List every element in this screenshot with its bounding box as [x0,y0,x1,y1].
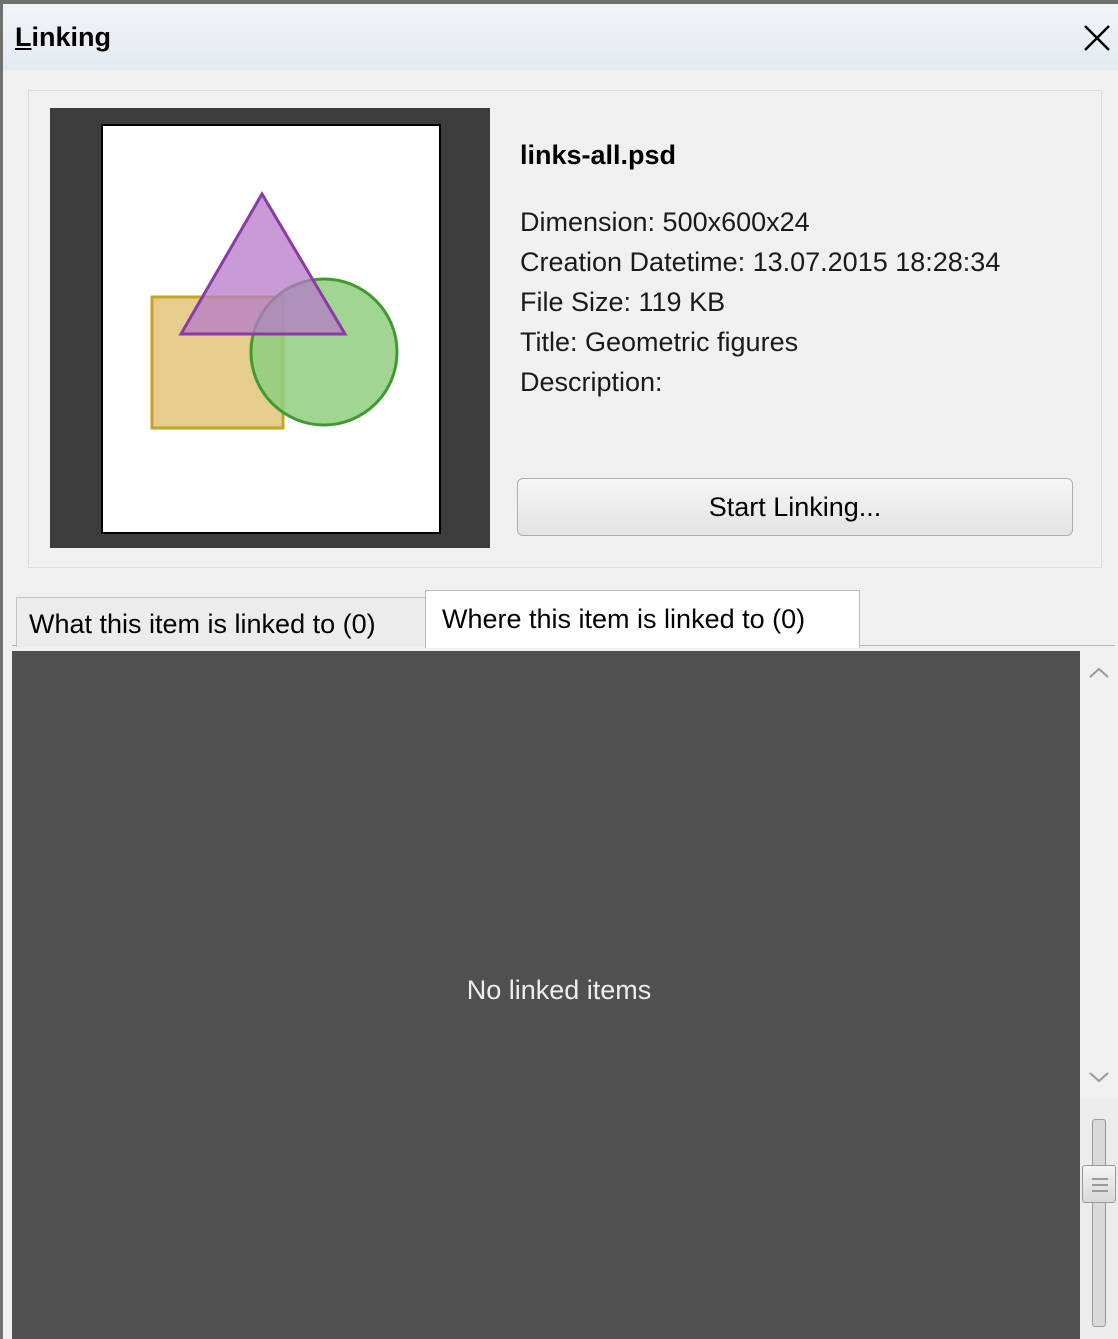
file-size-text: File Size: 119 KB [520,287,726,317]
close-icon [1084,25,1110,51]
scroll-track[interactable] [1080,1099,1118,1339]
tab-where-linked[interactable]: Where this item is linked to (0) [425,590,860,648]
dialog-title: Linking [15,22,111,53]
creation-datetime-text: Creation Datetime: 13.07.2015 18:28:34 [520,247,1001,277]
scroll-down-button[interactable] [1080,1063,1118,1093]
tab-what-linked[interactable]: What this item is linked to (0) [16,597,426,647]
file-name: links-all.psd [520,140,677,170]
vertical-scrollbar[interactable] [1080,651,1118,1339]
close-button[interactable] [1077,18,1117,58]
empty-list-message: No linked items [466,975,652,1005]
dimension-text: Dimension: 500x600x24 [520,207,810,237]
image-preview [50,108,490,548]
chevron-up-icon [1089,667,1109,678]
title-bar: Linking [3,4,1118,70]
scroll-groove [1092,1119,1106,1327]
scroll-up-button[interactable] [1080,657,1118,687]
title-text: Title: Geometric figures [520,327,799,357]
preview-thumbnail [101,124,441,534]
scroll-thumb[interactable] [1082,1165,1116,1203]
start-linking-button[interactable]: Start Linking... [517,478,1073,536]
file-metadata: Dimension: 500x600x24 Creation Datetime:… [520,202,1000,402]
chevron-down-icon [1089,1072,1109,1083]
description-text: Description: [520,367,663,397]
title-text: inking [31,22,112,52]
title-mnemonic: L [15,22,32,52]
